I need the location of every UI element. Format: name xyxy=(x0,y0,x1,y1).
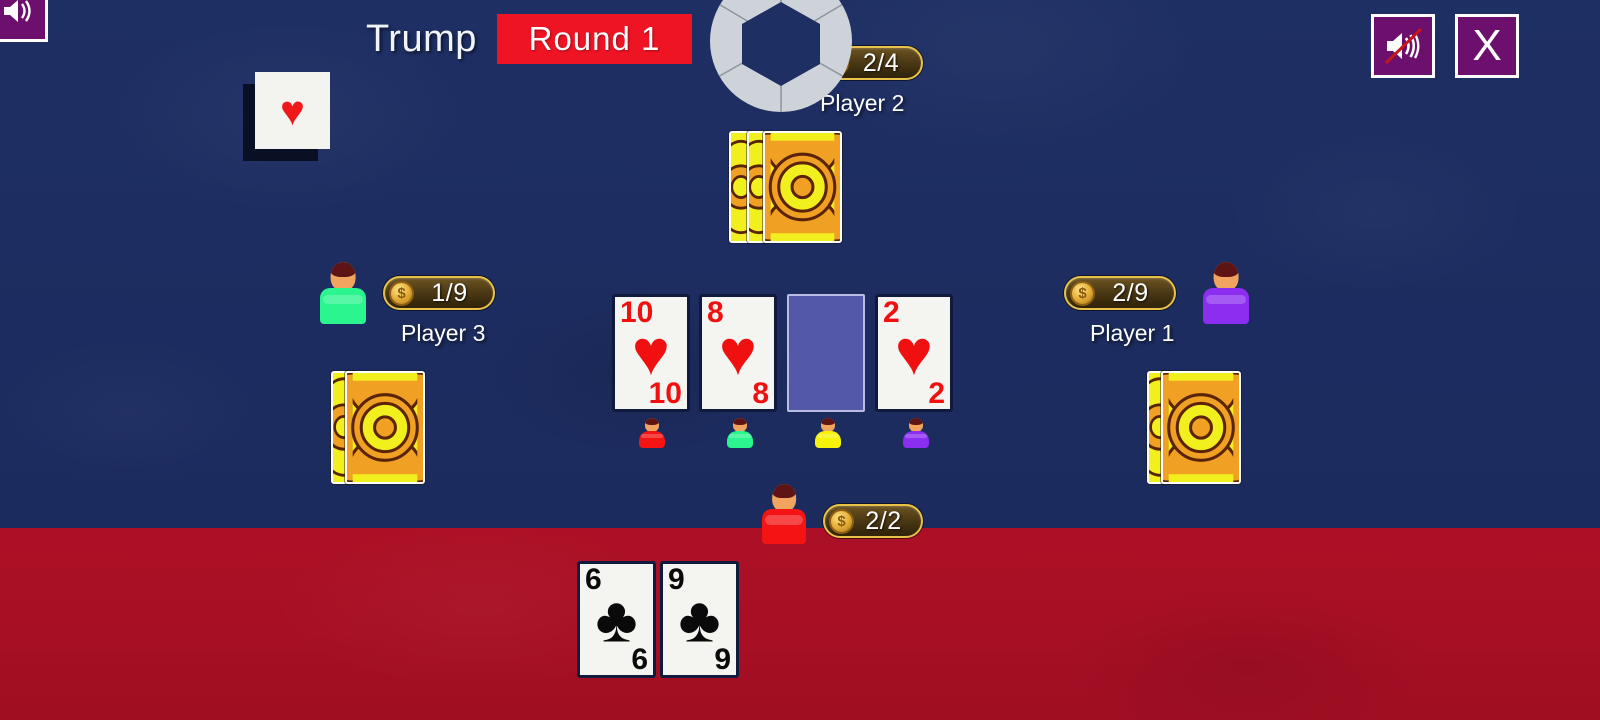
avatar-body xyxy=(815,430,841,448)
avatar-head xyxy=(644,418,660,432)
table-felt-bottom xyxy=(0,528,1600,720)
avatar-hair xyxy=(772,26,798,41)
player-name-player3: Player 3 xyxy=(401,320,486,346)
trick-card-slot-empty[interactable] xyxy=(787,294,865,412)
card-back xyxy=(345,371,425,484)
score-value: 2/9 xyxy=(1112,278,1149,307)
avatar-player0 xyxy=(762,484,806,544)
avatar-head xyxy=(330,262,356,291)
avatar-head xyxy=(772,484,796,512)
card-back xyxy=(1161,371,1241,484)
card-suit-icon: ♣ xyxy=(678,582,721,655)
card-suit-icon: ♥ xyxy=(719,316,757,389)
avatar-body xyxy=(1203,288,1249,324)
avatar-body xyxy=(320,288,366,324)
coin-icon: $ xyxy=(1070,280,1095,306)
player-name-player2: Player 2 xyxy=(820,90,905,116)
coin-icon: $ xyxy=(829,508,854,534)
close-icon: X xyxy=(1472,21,1502,70)
card-back xyxy=(763,131,842,243)
trick-card-4[interactable]: 2 ♥ 2 xyxy=(875,294,953,412)
avatar-head xyxy=(820,418,836,432)
card-rank-bottom: 2 xyxy=(928,376,945,410)
trick-owner-marker-2 xyxy=(727,418,753,448)
score-value: 2/4 xyxy=(862,48,900,77)
sound-icon-button[interactable] xyxy=(0,0,48,42)
close-button[interactable]: X xyxy=(1455,14,1519,78)
score-badge-player1: $ 2/9 xyxy=(1064,276,1176,310)
avatar-head xyxy=(908,418,924,432)
trump-suit-icon: ♥ xyxy=(280,86,305,134)
avatar-body xyxy=(762,509,806,544)
trick-owner-marker-3 xyxy=(815,418,841,448)
avatar-head xyxy=(1213,262,1239,291)
coin-icon: $ xyxy=(824,50,849,76)
sound-icon xyxy=(4,0,31,22)
score-value: 2/2 xyxy=(865,506,902,535)
avatar-player1 xyxy=(1203,262,1249,324)
score-value: 1/9 xyxy=(431,278,468,307)
hand-card-1[interactable]: 6 ♣ 6 xyxy=(577,561,656,678)
card-rank-bottom: 10 xyxy=(648,376,682,410)
avatar-player2 xyxy=(762,26,808,88)
score-badge-player2: $ 2/4 xyxy=(818,46,923,80)
hand-card-2[interactable]: 9 ♣ 9 xyxy=(660,561,739,678)
trick-card-2[interactable]: 8 ♥ 8 xyxy=(699,294,777,412)
avatar-body xyxy=(903,430,929,448)
card-rank-bottom: 9 xyxy=(714,642,731,676)
avatar-hair xyxy=(820,418,836,426)
avatar-hair xyxy=(330,262,356,277)
avatar-body xyxy=(639,430,665,448)
card-rank-bottom: 8 xyxy=(752,376,769,410)
trick-owner-marker-1 xyxy=(639,418,665,448)
mute-button[interactable] xyxy=(1371,14,1435,78)
card-suit-icon: ♣ xyxy=(595,582,638,655)
trick-owner-marker-4 xyxy=(903,418,929,448)
game-stage: Trump Round 1 ♥ X $ 2/4 Player 2 $ 1/9 P… xyxy=(0,0,1600,720)
avatar-hair xyxy=(772,484,796,499)
avatar-body xyxy=(762,52,808,88)
avatar-hair xyxy=(732,418,748,426)
coin-icon: $ xyxy=(389,280,414,306)
trump-card: ♥ xyxy=(255,72,330,149)
trick-card-1[interactable]: 10 ♥ 10 xyxy=(612,294,690,412)
avatar-head xyxy=(732,418,748,432)
score-badge-player3: $ 1/9 xyxy=(383,276,495,310)
score-badge-player0: $ 2/2 xyxy=(823,504,923,538)
avatar-player3 xyxy=(320,262,366,324)
mute-icon xyxy=(1384,27,1423,65)
card-suit-icon: ♥ xyxy=(632,316,670,389)
avatar-head xyxy=(772,26,798,55)
round-badge: Round 1 xyxy=(497,14,692,64)
avatar-hair xyxy=(908,418,924,426)
card-rank-bottom: 6 xyxy=(631,642,648,676)
trump-label: Trump xyxy=(366,18,477,60)
player-name-player1: Player 1 xyxy=(1090,320,1175,346)
avatar-body xyxy=(727,430,753,448)
avatar-hair xyxy=(644,418,660,426)
card-suit-icon: ♥ xyxy=(895,316,933,389)
avatar-hair xyxy=(1213,262,1239,277)
